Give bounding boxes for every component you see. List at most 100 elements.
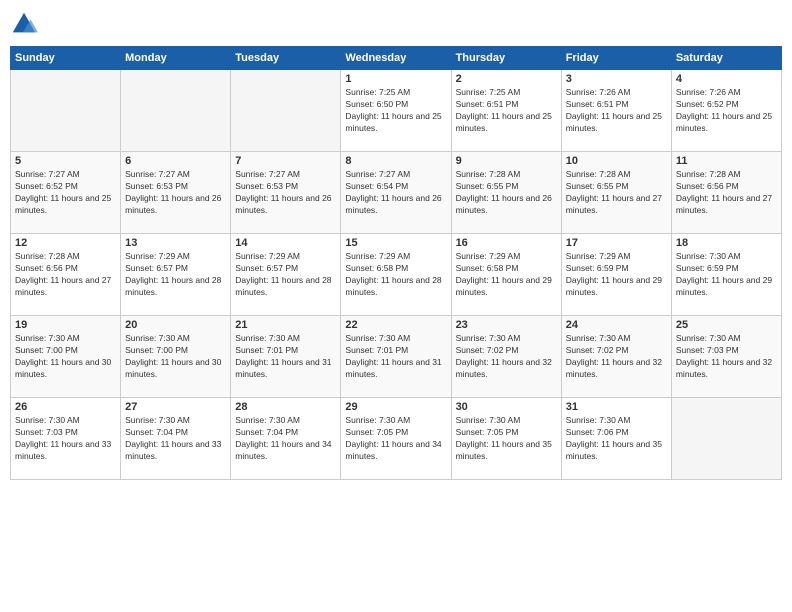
sunset-label: Sunset: 6:58 PM	[456, 263, 519, 273]
day-number: 8	[345, 155, 446, 167]
daylight-label: Daylight: 11 hours and 32 minutes.	[456, 357, 552, 379]
logo-icon	[10, 10, 38, 38]
logo	[10, 10, 42, 38]
sunset-label: Sunset: 7:05 PM	[456, 427, 519, 437]
day-number: 27	[125, 401, 226, 413]
day-cell: 1 Sunrise: 7:25 AM Sunset: 6:50 PM Dayli…	[341, 70, 451, 152]
sunrise-label: Sunrise: 7:28 AM	[15, 251, 80, 261]
sunset-label: Sunset: 7:00 PM	[15, 345, 78, 355]
day-info: Sunrise: 7:28 AM Sunset: 6:56 PM Dayligh…	[676, 169, 777, 217]
day-number: 18	[676, 237, 777, 249]
sunrise-label: Sunrise: 7:27 AM	[235, 169, 300, 179]
day-info: Sunrise: 7:28 AM Sunset: 6:55 PM Dayligh…	[566, 169, 667, 217]
daylight-label: Daylight: 11 hours and 30 minutes.	[125, 357, 221, 379]
day-info: Sunrise: 7:30 AM Sunset: 6:59 PM Dayligh…	[676, 251, 777, 299]
daylight-label: Daylight: 11 hours and 32 minutes.	[566, 357, 662, 379]
daylight-label: Daylight: 11 hours and 25 minutes.	[456, 111, 552, 133]
sunrise-label: Sunrise: 7:30 AM	[235, 333, 300, 343]
page: SundayMondayTuesdayWednesdayThursdayFrid…	[0, 0, 792, 612]
daylight-label: Daylight: 11 hours and 33 minutes.	[15, 439, 111, 461]
sunset-label: Sunset: 6:55 PM	[566, 181, 629, 191]
daylight-label: Daylight: 11 hours and 28 minutes.	[345, 275, 441, 297]
daylight-label: Daylight: 11 hours and 29 minutes.	[566, 275, 662, 297]
day-number: 17	[566, 237, 667, 249]
week-row: 5 Sunrise: 7:27 AM Sunset: 6:52 PM Dayli…	[11, 152, 782, 234]
day-number: 14	[235, 237, 336, 249]
day-cell: 27 Sunrise: 7:30 AM Sunset: 7:04 PM Dayl…	[121, 398, 231, 480]
daylight-label: Daylight: 11 hours and 27 minutes.	[566, 193, 662, 215]
day-cell: 17 Sunrise: 7:29 AM Sunset: 6:59 PM Dayl…	[561, 234, 671, 316]
daylight-label: Daylight: 11 hours and 34 minutes.	[345, 439, 441, 461]
day-number: 3	[566, 73, 667, 85]
daylight-label: Daylight: 11 hours and 26 minutes.	[456, 193, 552, 215]
sunset-label: Sunset: 6:54 PM	[345, 181, 408, 191]
day-cell: 6 Sunrise: 7:27 AM Sunset: 6:53 PM Dayli…	[121, 152, 231, 234]
day-header: Thursday	[451, 47, 561, 70]
sunset-label: Sunset: 7:03 PM	[676, 345, 739, 355]
sunrise-label: Sunrise: 7:30 AM	[125, 333, 190, 343]
day-cell: 7 Sunrise: 7:27 AM Sunset: 6:53 PM Dayli…	[231, 152, 341, 234]
sunrise-label: Sunrise: 7:28 AM	[566, 169, 631, 179]
day-header: Wednesday	[341, 47, 451, 70]
day-cell	[231, 70, 341, 152]
day-header: Friday	[561, 47, 671, 70]
sunrise-label: Sunrise: 7:27 AM	[15, 169, 80, 179]
day-cell: 29 Sunrise: 7:30 AM Sunset: 7:05 PM Dayl…	[341, 398, 451, 480]
day-cell: 4 Sunrise: 7:26 AM Sunset: 6:52 PM Dayli…	[671, 70, 781, 152]
day-cell: 19 Sunrise: 7:30 AM Sunset: 7:00 PM Dayl…	[11, 316, 121, 398]
daylight-label: Daylight: 11 hours and 27 minutes.	[676, 193, 772, 215]
sunset-label: Sunset: 7:01 PM	[345, 345, 408, 355]
day-number: 6	[125, 155, 226, 167]
day-info: Sunrise: 7:28 AM Sunset: 6:56 PM Dayligh…	[15, 251, 116, 299]
day-info: Sunrise: 7:25 AM Sunset: 6:50 PM Dayligh…	[345, 87, 446, 135]
day-cell: 28 Sunrise: 7:30 AM Sunset: 7:04 PM Dayl…	[231, 398, 341, 480]
day-info: Sunrise: 7:29 AM Sunset: 6:58 PM Dayligh…	[345, 251, 446, 299]
day-cell: 12 Sunrise: 7:28 AM Sunset: 6:56 PM Dayl…	[11, 234, 121, 316]
day-number: 23	[456, 319, 557, 331]
sunrise-label: Sunrise: 7:30 AM	[345, 333, 410, 343]
sunset-label: Sunset: 6:58 PM	[345, 263, 408, 273]
daylight-label: Daylight: 11 hours and 25 minutes.	[676, 111, 772, 133]
day-info: Sunrise: 7:30 AM Sunset: 7:02 PM Dayligh…	[456, 333, 557, 381]
day-number: 12	[15, 237, 116, 249]
day-info: Sunrise: 7:30 AM Sunset: 7:02 PM Dayligh…	[566, 333, 667, 381]
day-header: Saturday	[671, 47, 781, 70]
day-info: Sunrise: 7:29 AM Sunset: 6:57 PM Dayligh…	[125, 251, 226, 299]
sunset-label: Sunset: 6:55 PM	[456, 181, 519, 191]
day-cell	[121, 70, 231, 152]
sunset-label: Sunset: 7:05 PM	[345, 427, 408, 437]
day-info: Sunrise: 7:30 AM Sunset: 7:04 PM Dayligh…	[125, 415, 226, 463]
header-row: SundayMondayTuesdayWednesdayThursdayFrid…	[11, 47, 782, 70]
day-number: 2	[456, 73, 557, 85]
day-number: 29	[345, 401, 446, 413]
day-cell: 10 Sunrise: 7:28 AM Sunset: 6:55 PM Dayl…	[561, 152, 671, 234]
day-info: Sunrise: 7:30 AM Sunset: 7:00 PM Dayligh…	[15, 333, 116, 381]
day-cell: 5 Sunrise: 7:27 AM Sunset: 6:52 PM Dayli…	[11, 152, 121, 234]
sunrise-label: Sunrise: 7:29 AM	[125, 251, 190, 261]
sunrise-label: Sunrise: 7:29 AM	[235, 251, 300, 261]
day-info: Sunrise: 7:30 AM Sunset: 7:00 PM Dayligh…	[125, 333, 226, 381]
day-number: 4	[676, 73, 777, 85]
sunrise-label: Sunrise: 7:27 AM	[345, 169, 410, 179]
day-info: Sunrise: 7:27 AM Sunset: 6:54 PM Dayligh…	[345, 169, 446, 217]
day-number: 24	[566, 319, 667, 331]
day-number: 10	[566, 155, 667, 167]
daylight-label: Daylight: 11 hours and 33 minutes.	[125, 439, 221, 461]
day-info: Sunrise: 7:30 AM Sunset: 7:03 PM Dayligh…	[15, 415, 116, 463]
day-cell: 21 Sunrise: 7:30 AM Sunset: 7:01 PM Dayl…	[231, 316, 341, 398]
sunrise-label: Sunrise: 7:30 AM	[15, 415, 80, 425]
day-info: Sunrise: 7:30 AM Sunset: 7:01 PM Dayligh…	[345, 333, 446, 381]
calendar-table: SundayMondayTuesdayWednesdayThursdayFrid…	[10, 46, 782, 480]
day-info: Sunrise: 7:30 AM Sunset: 7:01 PM Dayligh…	[235, 333, 336, 381]
day-info: Sunrise: 7:27 AM Sunset: 6:52 PM Dayligh…	[15, 169, 116, 217]
header	[10, 10, 782, 38]
sunrise-label: Sunrise: 7:28 AM	[456, 169, 521, 179]
day-info: Sunrise: 7:30 AM Sunset: 7:03 PM Dayligh…	[676, 333, 777, 381]
day-info: Sunrise: 7:27 AM Sunset: 6:53 PM Dayligh…	[235, 169, 336, 217]
week-row: 19 Sunrise: 7:30 AM Sunset: 7:00 PM Dayl…	[11, 316, 782, 398]
day-cell: 9 Sunrise: 7:28 AM Sunset: 6:55 PM Dayli…	[451, 152, 561, 234]
sunset-label: Sunset: 6:51 PM	[566, 99, 629, 109]
day-number: 11	[676, 155, 777, 167]
sunrise-label: Sunrise: 7:27 AM	[125, 169, 190, 179]
day-number: 22	[345, 319, 446, 331]
